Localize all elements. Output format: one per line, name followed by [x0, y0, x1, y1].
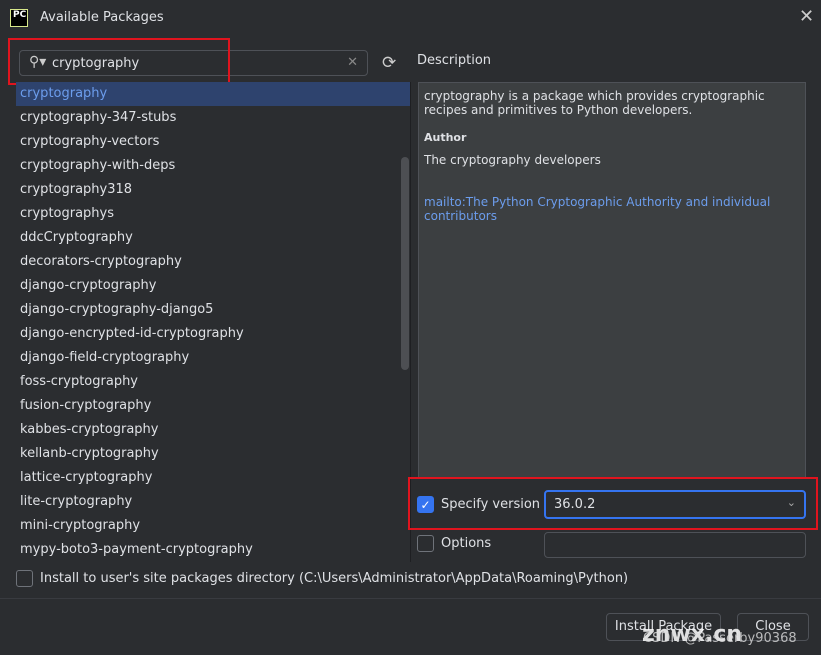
description-panel: cryptography is a package which provides…: [418, 82, 806, 478]
options-input[interactable]: [544, 532, 806, 558]
list-item[interactable]: django-field-cryptography: [16, 346, 410, 370]
list-item[interactable]: django-cryptography: [16, 274, 410, 298]
watermark-sub: CSDN @Passerby90368: [643, 631, 797, 646]
list-item[interactable]: lattice-cryptography: [16, 466, 410, 490]
list-item[interactable]: ddcCryptography: [16, 226, 410, 250]
scrollbar[interactable]: [401, 157, 409, 370]
list-item[interactable]: cryptographys: [16, 202, 410, 226]
description-text: cryptography is a package which provides…: [424, 89, 765, 117]
author-link[interactable]: mailto:The Python Cryptographic Authorit…: [424, 195, 800, 223]
author-value: The cryptography developers: [424, 153, 601, 167]
list-item[interactable]: django-cryptography-django5: [16, 298, 410, 322]
list-item[interactable]: django-encrypted-id-cryptography: [16, 322, 410, 346]
list-item[interactable]: kabbes-cryptography: [16, 418, 410, 442]
list-item[interactable]: cryptography-with-deps: [16, 154, 410, 178]
list-item[interactable]: foss-cryptography: [16, 370, 410, 394]
list-item[interactable]: kellanb-cryptography: [16, 442, 410, 466]
user-site-checkbox[interactable]: [16, 570, 33, 587]
author-label: Author: [424, 131, 467, 144]
list-item[interactable]: mini-cryptography: [16, 514, 410, 538]
options-label: Options: [441, 536, 492, 551]
clear-icon[interactable]: ✕: [347, 55, 358, 70]
app-logo: PC: [10, 9, 28, 27]
list-item[interactable]: cryptography: [16, 82, 410, 106]
list-item[interactable]: mypy-boto3-payment-cryptography: [16, 538, 410, 562]
user-site-label: Install to user's site packages director…: [40, 571, 629, 586]
highlight-box: [408, 477, 818, 530]
list-item[interactable]: cryptography318: [16, 178, 410, 202]
close-icon[interactable]: ✕: [799, 6, 814, 27]
highlight-box: [8, 38, 230, 85]
list-item[interactable]: cryptography-347-stubs: [16, 106, 410, 130]
list-item[interactable]: cryptography-vectors: [16, 130, 410, 154]
divider: [0, 598, 821, 599]
list-item[interactable]: fusion-cryptography: [16, 394, 410, 418]
package-list[interactable]: cryptography cryptography-347-stubs crypto…: [16, 82, 411, 562]
description-label: Description: [417, 53, 492, 68]
refresh-icon[interactable]: ⟳: [382, 53, 396, 73]
window-title: Available Packages: [40, 10, 164, 25]
options-checkbox[interactable]: [417, 535, 434, 552]
list-item[interactable]: decorators-cryptography: [16, 250, 410, 274]
list-item[interactable]: lite-cryptography: [16, 490, 410, 514]
